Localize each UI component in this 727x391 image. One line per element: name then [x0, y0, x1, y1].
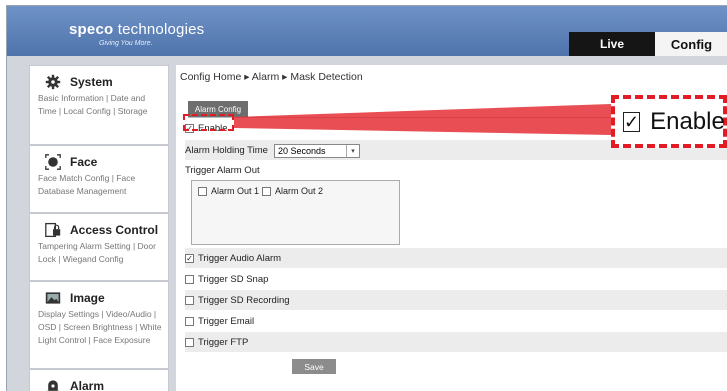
enable-callout: ✓ Enable — [611, 95, 727, 148]
callout-wedge — [234, 104, 611, 135]
callout-checkbox-icon: ✓ — [623, 112, 640, 132]
callout-pointer — [0, 0, 727, 390]
callout-label: Enable — [650, 108, 725, 136]
enable-highlight-box — [183, 114, 234, 131]
